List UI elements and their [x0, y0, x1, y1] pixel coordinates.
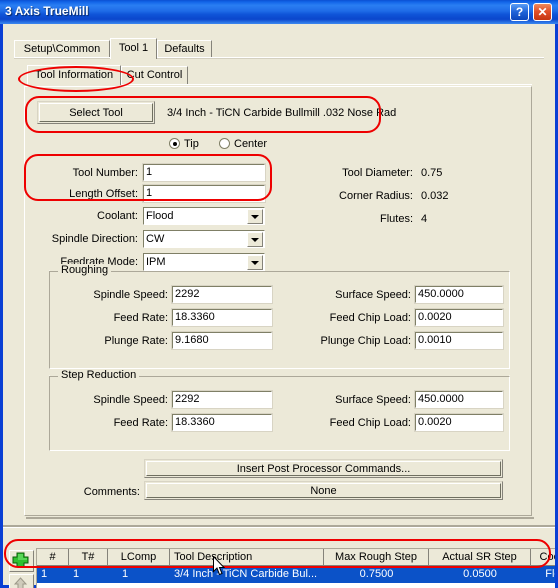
tab-setup-common[interactable]: Setup\Common	[14, 40, 110, 58]
label-sr-spindle-speed: Spindle Speed:	[93, 394, 168, 406]
cell-max-rough-step: 0.7500	[359, 568, 394, 580]
chevron-down-icon[interactable]	[247, 232, 263, 247]
input-tool-number[interactable]: 1	[142, 163, 266, 182]
radio-tip[interactable]: Tip	[169, 138, 199, 150]
label-coolant: Coolant:	[97, 210, 138, 222]
select-tool-button-frame: Select Tool	[37, 101, 155, 124]
radio-center-label: Center	[234, 138, 268, 150]
column-header-max-rough-step[interactable]: Max Rough Step	[324, 549, 429, 566]
post-processor-button-frame: Insert Post Processor Commands...	[144, 459, 503, 478]
help-button[interactable]: ?	[510, 3, 529, 21]
column-header-num[interactable]: #	[37, 549, 69, 566]
panel-shadow	[26, 517, 534, 519]
label-comments: Comments:	[83, 486, 140, 498]
grid-separator-highlight	[3, 527, 555, 528]
input-roughing-plunge-chip-load[interactable]: 0.0010	[414, 331, 504, 350]
cell-tool-description: 3/4 Inch - TiCN Carbide Bul...	[174, 568, 318, 580]
cell-num: 1	[41, 568, 48, 580]
radio-tip-dot	[169, 138, 180, 149]
label-roughing-plunge-rate: Plunge Rate:	[104, 335, 168, 347]
radio-tip-label: Tip	[184, 138, 199, 150]
input-sr-spindle-speed[interactable]: 2292	[171, 390, 273, 409]
value-corner-radius: 0.032	[421, 190, 449, 202]
combo-spindle-direction[interactable]: CW	[143, 230, 265, 248]
radio-center-dot	[219, 138, 230, 149]
tab-defaults[interactable]: Defaults	[157, 40, 212, 58]
label-tool-number: Tool Number:	[72, 167, 138, 179]
input-roughing-feed-chip-load[interactable]: 0.0020	[414, 308, 504, 327]
title-bar: 3 Axis TrueMill	[0, 0, 558, 24]
input-roughing-plunge-rate[interactable]: 9.1680	[171, 331, 273, 350]
chevron-down-icon[interactable]	[247, 209, 263, 224]
value-flutes: 4	[421, 213, 428, 225]
label-flutes: Flutes:	[379, 213, 413, 225]
input-sr-feed-rate[interactable]: 18.3360	[171, 413, 273, 432]
insert-post-processor-commands-button[interactable]: Insert Post Processor Commands...	[146, 461, 501, 476]
add-tool-button[interactable]	[9, 550, 34, 572]
tab-tool-1[interactable]: Tool 1	[110, 38, 157, 59]
column-header-coolant[interactable]: Coolant	[531, 549, 555, 566]
combo-coolant[interactable]: Flood	[143, 207, 265, 225]
step-reduction-group-title: Step Reduction	[58, 369, 140, 381]
window-title: 3 Axis TrueMill	[5, 4, 89, 18]
input-sr-surface-speed[interactable]: 450.0000	[414, 390, 504, 409]
label-roughing-spindle-speed: Spindle Speed:	[93, 289, 168, 301]
column-header-lcomp[interactable]: LComp	[108, 549, 170, 566]
input-roughing-surface-speed[interactable]: 450.0000	[414, 285, 504, 304]
input-length-offset[interactable]: 1	[142, 184, 266, 203]
label-length-offset: Length Offset:	[69, 188, 138, 200]
client-area: Setup\Common Tool 1 Defaults Tool Inform…	[3, 24, 555, 588]
input-roughing-spindle-speed[interactable]: 2292	[171, 285, 273, 304]
cell-tnum: 1	[73, 568, 80, 580]
value-tool-diameter: 0.75	[421, 167, 443, 179]
tab-strip-divider-shadow	[14, 58, 544, 59]
label-roughing-feed-chip-load: Feed Chip Load:	[329, 312, 411, 324]
label-roughing-surface-speed: Surface Speed:	[335, 289, 411, 301]
label-sr-feed-rate: Feed Rate:	[113, 417, 168, 429]
input-sr-feed-chip-load[interactable]: 0.0020	[414, 413, 504, 432]
chevron-down-icon[interactable]	[247, 255, 263, 270]
label-roughing-feed-rate: Feed Rate:	[113, 312, 168, 324]
cell-actual-sr-step: 0.0500	[463, 568, 497, 580]
subtab-tool-information[interactable]: Tool Information	[27, 65, 121, 85]
cell-coolant: Flood	[545, 568, 555, 580]
input-roughing-feed-rate[interactable]: 18.3360	[171, 308, 273, 327]
column-header-tnum[interactable]: T#	[69, 549, 108, 566]
column-header-actual-sr-step[interactable]: Actual SR Step	[429, 549, 531, 566]
close-button[interactable]: ✕	[533, 3, 552, 21]
plus-icon	[12, 552, 29, 568]
combo-feedrate-mode-value: IPM	[146, 256, 166, 268]
label-corner-radius: Corner Radius:	[339, 190, 413, 202]
select-tool-button[interactable]: Select Tool	[39, 103, 153, 122]
label-tool-diameter: Tool Diameter:	[342, 167, 413, 179]
comments-button-frame: None	[144, 481, 503, 500]
selected-tool-name: 3/4 Inch - TiCN Carbide Bullmill .032 No…	[167, 107, 397, 119]
tool-list-area: # T# LComp Tool Description Max Rough St…	[3, 525, 555, 588]
move-tool-up-button[interactable]	[9, 574, 34, 588]
application-window: 3 Axis TrueMill ? ✕ Setup\Common Tool 1 …	[0, 0, 558, 588]
label-roughing-plunge-chip-load: Plunge Chip Load:	[320, 335, 411, 347]
roughing-group-title: Roughing	[58, 264, 112, 276]
subtab-cut-control[interactable]: Cut Control	[121, 66, 188, 84]
radio-center[interactable]: Center	[219, 138, 267, 150]
label-sr-feed-chip-load: Feed Chip Load:	[329, 417, 411, 429]
arrow-up-icon	[13, 577, 28, 588]
label-sr-surface-speed: Surface Speed:	[335, 394, 411, 406]
column-header-tool-description[interactable]: Tool Description	[170, 549, 324, 566]
combo-feedrate-mode[interactable]: IPM	[143, 253, 265, 271]
comments-value-button[interactable]: None	[146, 483, 501, 498]
step-reduction-group: Step Reduction	[49, 369, 510, 451]
tool-table: # T# LComp Tool Description Max Rough St…	[36, 548, 555, 588]
label-spindle-direction: Spindle Direction:	[51, 233, 138, 245]
combo-coolant-value: Flood	[146, 210, 174, 222]
combo-spindle-direction-value: CW	[146, 233, 165, 245]
